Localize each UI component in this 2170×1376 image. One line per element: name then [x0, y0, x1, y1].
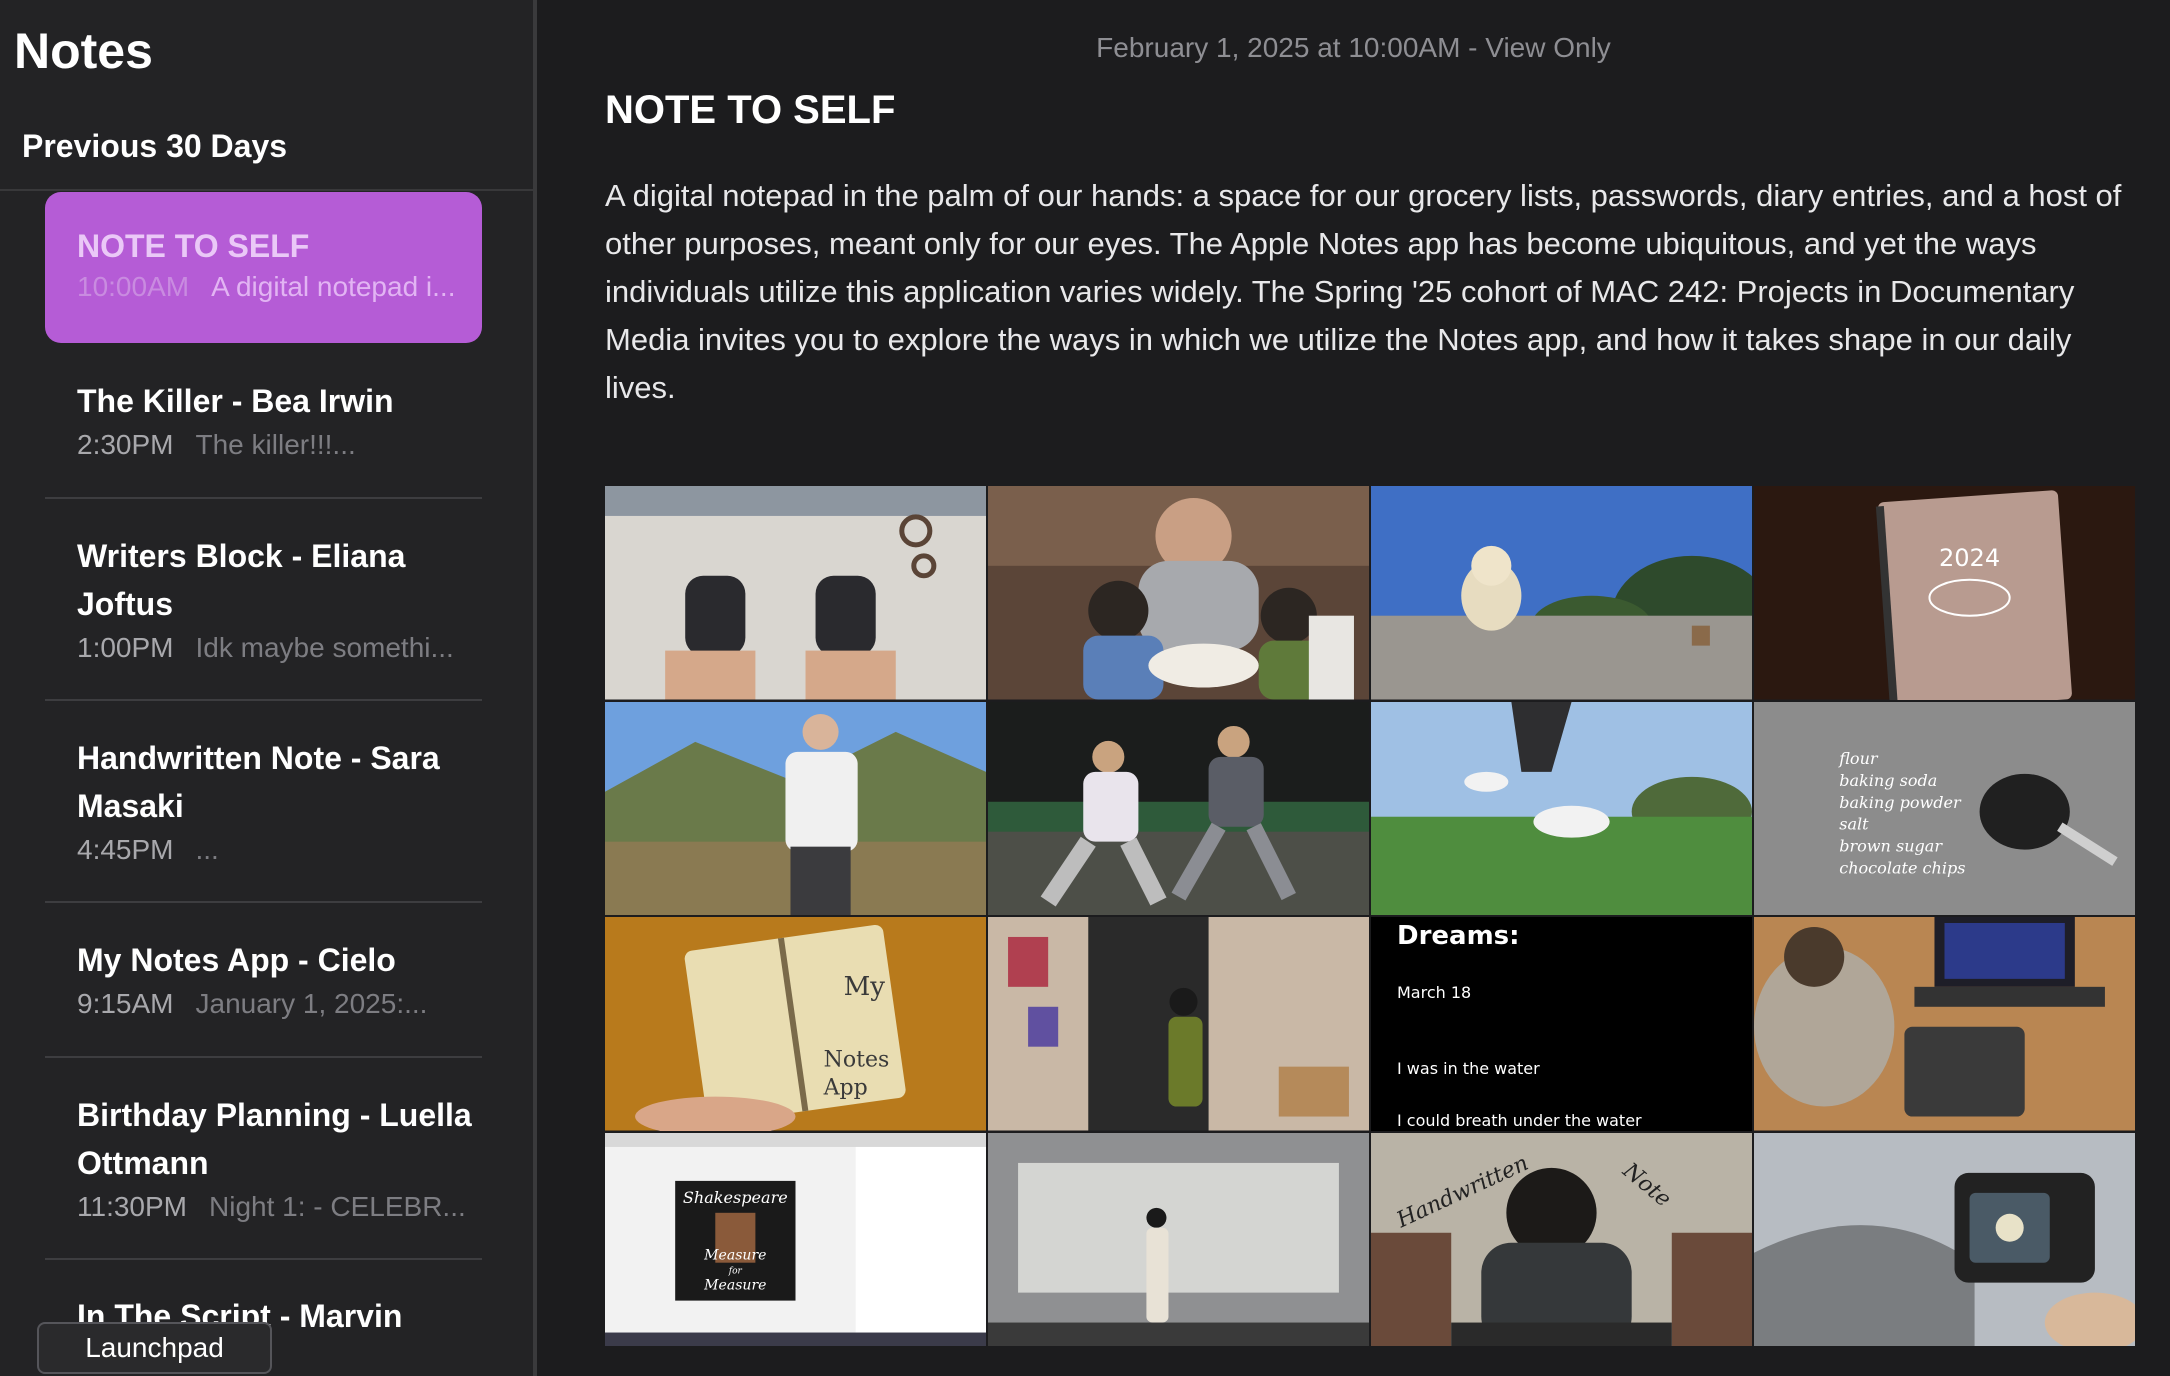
note-title: The Killer - Bea Irwin	[77, 383, 394, 419]
note-item-note-to-self[interactable]: NOTE TO SELF 10:00AM A digital notepad i.…	[45, 192, 482, 343]
image-gallery: 2024 flour baking soda baking powder sal…	[605, 486, 2135, 1346]
book-title: Shakespeare	[683, 1187, 788, 1206]
dream-note-screenshot[interactable]: Dreams: March 18 I was in the water I co…	[1371, 917, 1752, 1131]
notes-sidebar: Notes Previous 30 Days NOTE TO SELF 10:0…	[0, 0, 537, 1376]
note-meta: 11:30PM Night 1: - CELEBR...	[77, 1187, 482, 1227]
recipe-line: chocolate chips	[1839, 858, 1965, 877]
note-separator	[45, 699, 482, 701]
note-editor: February 1, 2025 at 10:00AM - View Only …	[537, 0, 2170, 1376]
note-title: NOTE TO SELF	[77, 228, 310, 264]
photo-2024-notebook[interactable]: 2024	[1754, 486, 2135, 700]
recipe-line: brown sugar	[1839, 836, 1943, 855]
note-header-date: February 1, 2025 at 10:00AM - View Only	[1096, 32, 1611, 63]
note-separator	[45, 1258, 482, 1260]
section-header: Previous 30 Days	[22, 128, 288, 164]
note-title: Writers Block - Eliana Joftus	[77, 538, 406, 622]
dream-line: I could breath under the water	[1397, 1111, 1642, 1130]
note-preview: Night 1: - CELEBR...	[209, 1191, 466, 1222]
photo-hiker-trail[interactable]	[605, 701, 986, 915]
note-meta: 4:45PM...	[77, 830, 482, 870]
note-separator	[45, 901, 482, 903]
photo-classroom-whiteboard[interactable]	[988, 1132, 1369, 1346]
note-meta: 2:30PM The killer!!!...	[77, 425, 482, 465]
photo-birthday-cake[interactable]	[988, 486, 1369, 700]
photo-recipe-ingredients[interactable]: flour baking soda baking powder salt bro…	[1754, 701, 2135, 915]
photo-laptop-mixer[interactable]	[1754, 917, 2135, 1131]
book-title: Measure	[703, 1277, 766, 1293]
note-title: Handwritten Note - Sara Masaki	[77, 740, 440, 824]
note-preview: ...	[195, 834, 219, 865]
dream-line: I was in the water	[1397, 1059, 1540, 1078]
note-time: 4:45PM	[77, 834, 174, 865]
note-meta: 1:00PM Idk maybe somethi...	[77, 628, 482, 668]
note-body: A digital notepad in the palm of our han…	[605, 178, 2122, 405]
sketch-text: Notes	[824, 1048, 890, 1073]
photo-camera-hands[interactable]	[1754, 1132, 2135, 1346]
launchpad-tooltip: Launchpad	[37, 1322, 272, 1374]
note-item-writers-block[interactable]: Writers Block - Eliana Joftus 1:00PM Idk …	[45, 532, 482, 668]
book-title: for	[728, 1266, 743, 1276]
recipe-line: salt	[1839, 814, 1869, 833]
note-time: 10:00AM	[77, 271, 190, 302]
note-time: 1:00PM	[77, 632, 174, 663]
notebook-year: 2024	[1939, 544, 2000, 572]
note-meta: 10:00AM A digital notepad i...	[77, 267, 482, 307]
note-time: 11:30PM	[77, 1191, 187, 1222]
note-separator	[45, 1056, 482, 1058]
photo-notes-sketchbook[interactable]: My Notes App	[605, 917, 986, 1131]
photo-hallway-person[interactable]	[988, 917, 1369, 1131]
note-time: 9:15AM	[77, 988, 174, 1019]
photo-shoe-field[interactable]	[1371, 701, 1752, 915]
note-preview: The killer!!!...	[195, 429, 356, 460]
note-preview: A digital notepad i...	[211, 271, 456, 302]
sketch-text: App	[823, 1076, 868, 1101]
note-preview: January 1, 2025:...	[195, 988, 428, 1019]
screenshot-youtube-audiobook[interactable]: Shakespeare Measure for Measure	[605, 1132, 986, 1346]
dream-heading: Dreams:	[1397, 921, 1520, 951]
note-item-handwritten-note[interactable]: Handwritten Note - Sara Masaki 4:45PM...	[45, 734, 482, 870]
photo-wrapped-hands[interactable]	[605, 486, 986, 700]
note-preview: Idk maybe somethi...	[195, 632, 454, 663]
photo-dog-outdoors[interactable]	[1371, 486, 1752, 700]
sketch-text: My	[844, 972, 886, 1002]
note-meta: 9:15AM January 1, 2025:...	[77, 984, 482, 1024]
note-item-the-killer[interactable]: The Killer - Bea Irwin 2:30PM The killer!…	[45, 377, 482, 465]
note-item-my-notes-app[interactable]: My Notes App - Cielo 9:15AM January 1, 20…	[45, 936, 482, 1024]
recipe-line: baking powder	[1839, 792, 1962, 811]
note-title: My Notes App - Cielo	[77, 942, 396, 978]
book-title: Measure	[703, 1247, 766, 1263]
dream-line: March 18	[1397, 983, 1472, 1002]
photo-dancers-night[interactable]	[988, 701, 1369, 915]
photo-handwritten-note[interactable]: Handwritten Note	[1371, 1132, 1752, 1346]
note-heading: NOTE TO SELF	[605, 88, 896, 132]
recipe-line: baking soda	[1839, 770, 1937, 789]
app-title: Notes	[14, 23, 153, 79]
divider	[0, 189, 533, 191]
recipe-line: flour	[1838, 748, 1879, 767]
note-time: 2:30PM	[77, 429, 174, 460]
note-separator	[45, 497, 482, 499]
note-title: Birthday Planning - Luella Ottmann	[77, 1097, 472, 1181]
note-item-birthday-planning[interactable]: Birthday Planning - Luella Ottmann 11:30…	[45, 1091, 482, 1227]
